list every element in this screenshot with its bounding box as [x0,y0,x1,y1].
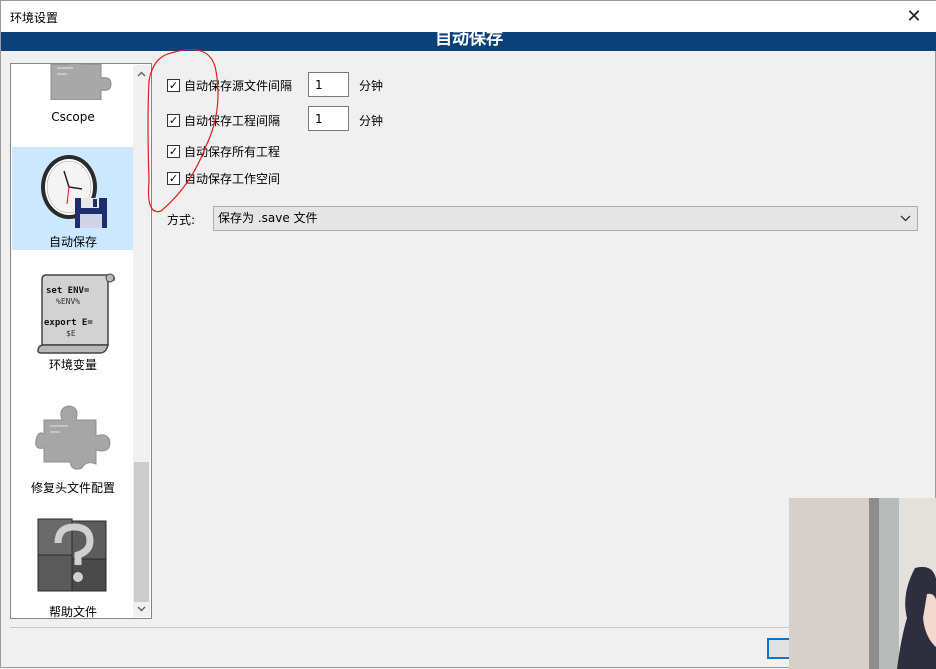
section-banner: 自动保存 [1,32,936,51]
autosave-project-label: 自动保存工程间隔 [184,114,281,128]
settings-dialog: 环境设置 ✕ 自动保存 Cscope 自动保存 set ENV= %ENV% e… [0,0,936,669]
autosave-workspace-label: 自动保存工作空间 [184,172,281,186]
puzzle-icon [50,64,112,100]
autosave-source-row[interactable]: ✓ 自动保存源文件间隔 [167,77,292,94]
mode-dropdown[interactable]: 保存为 .save 文件 [213,206,918,231]
autosave-project-unit: 分钟 [359,114,384,128]
scroll-env-icon: set ENV= %ENV% export E= $E [37,273,115,354]
autosave-source-unit: 分钟 [359,79,384,93]
close-icon: ✕ [906,6,922,27]
webcam-overlay [789,498,936,669]
sidebar-item-cscope[interactable]: Cscope [12,64,134,127]
close-button[interactable]: ✕ [891,1,936,32]
autosave-workspace-checkbox[interactable]: ✓ [167,172,180,185]
category-list: Cscope 自动保存 set ENV= %ENV% export E= $E … [10,63,152,619]
autosave-project-row[interactable]: ✓ 自动保存工程间隔 [167,112,280,129]
section-title: 自动保存 [435,32,503,49]
autosave-all-projects-row[interactable]: ✓ 自动保存所有工程 [167,143,280,160]
mode-label: 方式: [167,213,196,227]
env-icon-line: $E [66,329,76,338]
sidebar-item-label: 修复头文件配置 [30,481,115,495]
env-icon-line: set ENV= [46,286,90,296]
autosave-project-checkbox[interactable]: ✓ [167,114,180,127]
chevron-up-icon [137,71,146,76]
sidebar-item-label: 环境变量 [48,358,97,372]
sidebar-item-fix-header[interactable]: 修复头文件配置 [12,373,134,496]
title-bar: 环境设置 ✕ [1,1,936,32]
sidebar-scrollbar[interactable] [133,65,150,617]
autosave-workspace-row[interactable]: ✓ 自动保存工作空间 [167,170,280,187]
sidebar-item-label: Cscope [51,110,95,124]
autosave-source-label: 自动保存源文件间隔 [184,79,293,93]
scroll-down-arrow[interactable] [133,600,150,617]
sidebar-item-env-vars[interactable]: set ENV= %ENV% export E= $E 环境变量 [12,250,134,373]
autosave-all-projects-label: 自动保存所有工程 [184,145,281,159]
sidebar-item-label: 自动保存 [48,235,97,249]
chevron-down-icon [900,207,911,238]
autosave-all-projects-checkbox[interactable]: ✓ [167,145,180,158]
clock-save-icon [41,155,107,228]
mode-selected-value: 保存为 .save 文件 [218,211,318,225]
sidebar-item-help[interactable]: 帮助文件 [12,496,134,619]
sidebar-item-autosave[interactable]: 自动保存 [12,147,134,250]
autosave-source-checkbox[interactable]: ✓ [167,79,180,92]
autosave-source-interval-input[interactable] [308,72,349,97]
chevron-down-icon [137,606,146,611]
puzzle-icon [35,405,111,470]
scrollbar-thumb[interactable] [134,462,149,602]
help-question-icon [37,518,107,592]
autosave-project-interval-input[interactable] [308,106,349,131]
window-title: 环境设置 [10,11,59,25]
env-icon-line: %ENV% [56,297,80,306]
env-icon-line: export E= [44,318,93,328]
scroll-up-arrow[interactable] [133,65,150,82]
sidebar-item-label: 帮助文件 [48,605,97,619]
